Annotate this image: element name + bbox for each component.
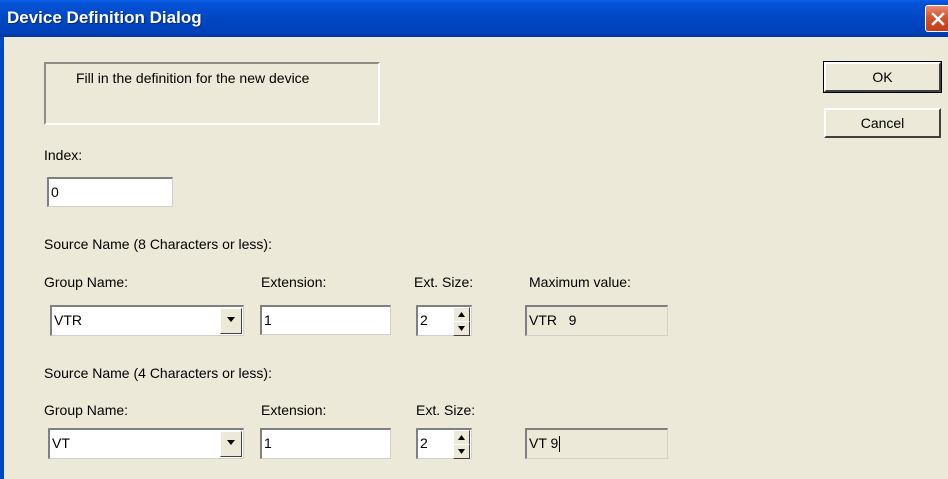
section2-max-value: VT 9 (529, 435, 559, 451)
section1-extension-value: 1 (264, 312, 272, 328)
close-button[interactable] (925, 5, 948, 32)
section1-extension-input[interactable]: 1 (260, 305, 391, 335)
section2-ext-size-spinner[interactable]: 2 (416, 428, 472, 459)
section2-ext-size-value: 2 (420, 435, 428, 451)
index-value: 0 (51, 184, 59, 200)
section1-spin-up-button[interactable] (453, 307, 470, 322)
spin-up-icon (458, 435, 465, 440)
window-border (0, 37, 4, 479)
section1-max-label: Maximum value: (529, 274, 631, 290)
section1-dropdown-button[interactable] (220, 308, 242, 334)
section1-max-value-field: VTR 9 (525, 305, 668, 336)
section1-heading: Source Name (8 Characters or less): (44, 236, 272, 252)
section1-ext-size-spinner[interactable]: 2 (416, 305, 472, 336)
title-bar[interactable]: Device Definition Dialog (0, 0, 948, 37)
section2-group-dropdown[interactable]: VT (48, 428, 244, 459)
text-caret (559, 436, 561, 453)
index-label: Index: (44, 147, 83, 163)
section2-spin-down-button[interactable] (453, 444, 470, 459)
chevron-down-icon (227, 317, 235, 322)
section1-group-dropdown[interactable]: VTR (50, 305, 244, 336)
section2-spin-up-button[interactable] (453, 430, 470, 445)
section1-extension-label: Extension: (261, 274, 327, 290)
section1-max-value: VTR 9 (529, 312, 577, 328)
section2-max-value-field: VT 9 (525, 428, 668, 459)
window-title: Device Definition Dialog (7, 8, 202, 27)
section2-dropdown-button[interactable] (220, 431, 242, 457)
spin-up-icon (458, 312, 465, 317)
ok-button[interactable]: OK (823, 61, 942, 93)
section1-group-label: Group Name: (44, 274, 129, 290)
section2-heading: Source Name (4 Characters or less): (44, 365, 272, 381)
close-icon (931, 12, 945, 26)
spin-down-icon (458, 326, 465, 331)
section2-group-label: Group Name: (44, 402, 129, 418)
section2-extension-value: 1 (264, 435, 272, 451)
section2-extension-input[interactable]: 1 (260, 428, 391, 459)
section1-group-value: VTR (54, 312, 82, 328)
section1-ext-size-value: 2 (420, 312, 428, 328)
section1-ext-size-label: Ext. Size: (414, 274, 474, 290)
section2-extension-label: Extension: (261, 402, 327, 418)
message-text: Fill in the definition for the new devic… (76, 70, 310, 86)
cancel-button[interactable]: Cancel (824, 108, 941, 138)
spin-down-icon (458, 449, 465, 454)
index-input[interactable]: 0 (47, 177, 173, 207)
section2-ext-size-label: Ext. Size: (416, 402, 476, 418)
section2-group-value: VT (52, 435, 70, 451)
message-panel: Fill in the definition for the new devic… (44, 62, 380, 125)
chevron-down-icon (227, 440, 235, 445)
section1-spin-down-button[interactable] (453, 321, 470, 336)
